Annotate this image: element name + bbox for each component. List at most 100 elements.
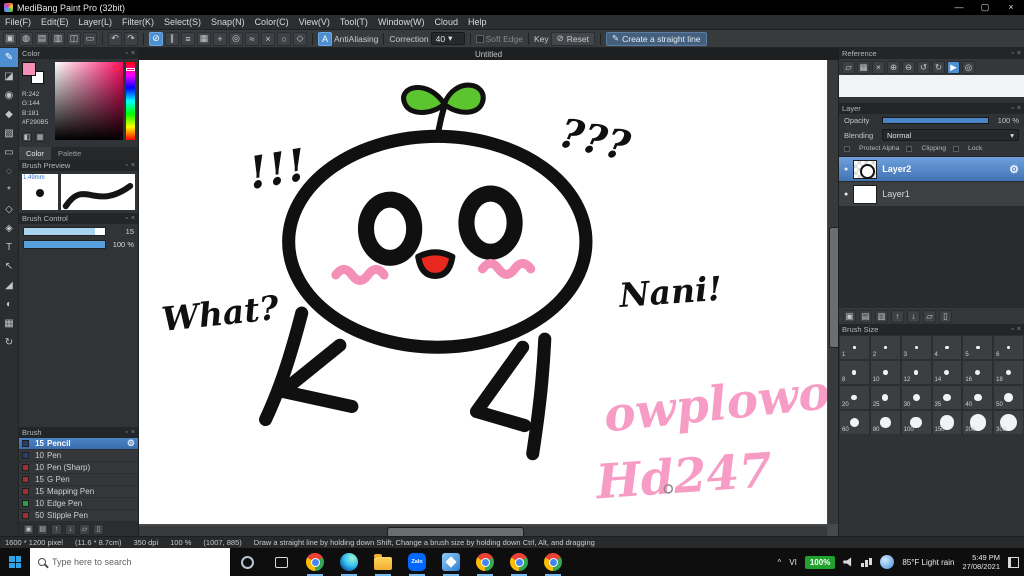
- close-panel-icon[interactable]: ×: [131, 215, 135, 222]
- operation-tool[interactable]: ↖: [0, 257, 18, 276]
- redo-icon[interactable]: ↷: [124, 31, 138, 46]
- delete-brush-icon[interactable]: ▯: [93, 523, 104, 535]
- zoom-out-icon[interactable]: ⊖: [902, 60, 915, 74]
- foreground-color-swatch[interactable]: [22, 62, 36, 76]
- document-tab[interactable]: Untitled: [139, 48, 838, 60]
- clock[interactable]: 5:49 PM 27/08/2021: [962, 553, 1000, 572]
- brush-size-cell[interactable]: 40: [962, 385, 994, 410]
- brush-item-pen[interactable]: 10 Pen: [19, 450, 138, 462]
- tab-color[interactable]: Color: [19, 146, 51, 160]
- brush-item-pen-sharp[interactable]: 10 Pen (Sharp): [19, 462, 138, 474]
- close-panel-icon[interactable]: ×: [131, 429, 135, 436]
- color-history-icon[interactable]: ◍: [19, 31, 33, 46]
- magic-wand-tool[interactable]: *: [0, 181, 18, 200]
- float-panel-icon[interactable]: ▫: [125, 215, 127, 222]
- menu-edit[interactable]: Edit(E): [36, 15, 74, 30]
- layer-up-icon[interactable]: ↑: [891, 309, 904, 323]
- float-panel-icon[interactable]: ▫: [1011, 326, 1013, 333]
- eyedropper-tool[interactable]: ◢: [0, 276, 18, 295]
- blending-dropdown[interactable]: Normal ▾: [882, 129, 1019, 141]
- text-tool[interactable]: T: [0, 238, 18, 257]
- bucket-tool[interactable]: ◆: [0, 105, 18, 124]
- chrome-button[interactable]: [298, 548, 332, 576]
- pointer-icon[interactable]: ▶: [947, 60, 960, 74]
- menu-file[interactable]: File(F): [0, 15, 36, 30]
- float-panel-icon[interactable]: ▫: [125, 162, 127, 169]
- brush-size-cell[interactable]: 50: [993, 385, 1024, 410]
- search-input[interactable]: [52, 557, 230, 567]
- brush-size-cell[interactable]: 4: [931, 335, 963, 360]
- menu-select[interactable]: Select(S): [159, 15, 206, 30]
- volume-icon[interactable]: [843, 557, 852, 567]
- select-eraser-tool[interactable]: ◈: [0, 219, 18, 238]
- menu-layer[interactable]: Layer(L): [74, 15, 118, 30]
- brush-item-g-pen[interactable]: 15 G Pen: [19, 474, 138, 486]
- menu-snap[interactable]: Snap(N): [206, 15, 250, 30]
- action-center-icon[interactable]: [1008, 556, 1019, 568]
- reference-grid-icon[interactable]: ▦: [857, 60, 870, 74]
- float-panel-icon[interactable]: ▫: [1011, 50, 1013, 57]
- rect-select-tool[interactable]: ▭: [0, 143, 18, 162]
- float-panel-icon[interactable]: ▫: [1011, 105, 1013, 112]
- brush-size-cell[interactable]: 8: [839, 360, 870, 385]
- color-target-icon[interactable]: ◎: [962, 60, 975, 74]
- brush-item-stipple-pen[interactable]: 50 Stipple Pen: [19, 510, 138, 522]
- battery-indicator[interactable]: 100%: [804, 555, 836, 569]
- brush-size-cell[interactable]: 18: [993, 360, 1024, 385]
- network-icon[interactable]: [861, 558, 872, 567]
- float-panel-icon[interactable]: ▫: [125, 429, 127, 436]
- brush-size-cell[interactable]: 5: [962, 335, 994, 360]
- visibility-icon[interactable]: ●: [844, 191, 848, 198]
- divide-tool[interactable]: ▦: [0, 314, 18, 333]
- zoom-in-icon[interactable]: ⊕: [887, 60, 900, 74]
- brush-up-icon[interactable]: ↑: [51, 523, 62, 535]
- chrome-profile2-button[interactable]: [468, 548, 502, 576]
- clear-reference-icon[interactable]: ×: [872, 60, 885, 74]
- snap-grid-icon[interactable]: ▦: [197, 31, 211, 46]
- tab-palette[interactable]: Palette: [51, 147, 88, 160]
- task-view-button[interactable]: [264, 548, 298, 576]
- menu-tool[interactable]: Tool(T): [335, 15, 373, 30]
- saturation-value-picker[interactable]: [55, 62, 123, 140]
- menu-window[interactable]: Window(W): [373, 15, 430, 30]
- add-layer-icon[interactable]: ▣: [843, 309, 856, 323]
- brush-size-cell[interactable]: 35: [931, 385, 963, 410]
- add-folder-icon[interactable]: ▤: [859, 309, 872, 323]
- dual-view-icon[interactable]: ◫: [67, 31, 81, 46]
- brush-size-cell[interactable]: 16: [962, 360, 994, 385]
- brush-size-cell[interactable]: 2: [869, 335, 901, 360]
- reference-preview[interactable]: [839, 75, 1024, 97]
- menu-view[interactable]: View(V): [294, 15, 335, 30]
- color-swatches[interactable]: [22, 62, 46, 86]
- drawing-canvas[interactable]: !!! ??? What? Nani! owplowo Hd247: [139, 60, 827, 524]
- gear-icon[interactable]: ⚙: [127, 438, 135, 449]
- opacity-slider[interactable]: [882, 117, 989, 124]
- cortana-button[interactable]: [230, 548, 264, 576]
- snap-vanishing-icon[interactable]: ×: [261, 31, 275, 46]
- palette-grid-icon[interactable]: ▦: [35, 131, 45, 142]
- snap-parallel-icon[interactable]: ∥: [165, 31, 179, 46]
- brush-size-cell[interactable]: 60: [839, 410, 870, 435]
- close-panel-icon[interactable]: ×: [1017, 105, 1021, 112]
- close-panel-icon[interactable]: ×: [131, 162, 135, 169]
- brush-size-cell[interactable]: 14: [931, 360, 963, 385]
- visibility-icon[interactable]: ●: [844, 166, 848, 173]
- weather-text[interactable]: 85°F Light rain: [902, 558, 954, 567]
- brush-opacity-slider[interactable]: [23, 239, 106, 249]
- brush-size-cell[interactable]: 1: [839, 335, 870, 360]
- blur-tool[interactable]: ◉: [0, 86, 18, 105]
- language-indicator[interactable]: VI: [789, 558, 797, 567]
- snap-curve-icon[interactable]: ≈: [245, 31, 259, 46]
- brush-item-edge-pen[interactable]: 10 Edge Pen: [19, 498, 138, 510]
- close-button[interactable]: ×: [998, 0, 1024, 15]
- chrome-profile4-button[interactable]: [536, 548, 570, 576]
- close-panel-icon[interactable]: ×: [131, 50, 135, 57]
- edge-button[interactable]: [332, 548, 366, 576]
- rotate-tool[interactable]: ↻: [0, 333, 18, 352]
- menu-filter[interactable]: Filter(K): [117, 15, 159, 30]
- gradient-tool[interactable]: ▨: [0, 124, 18, 143]
- duplicate-layer-icon[interactable]: ▥: [875, 309, 888, 323]
- correction-dropdown[interactable]: 40 ▾: [430, 32, 465, 45]
- menu-color[interactable]: Color(C): [250, 15, 294, 30]
- taskbar-search[interactable]: [30, 548, 230, 576]
